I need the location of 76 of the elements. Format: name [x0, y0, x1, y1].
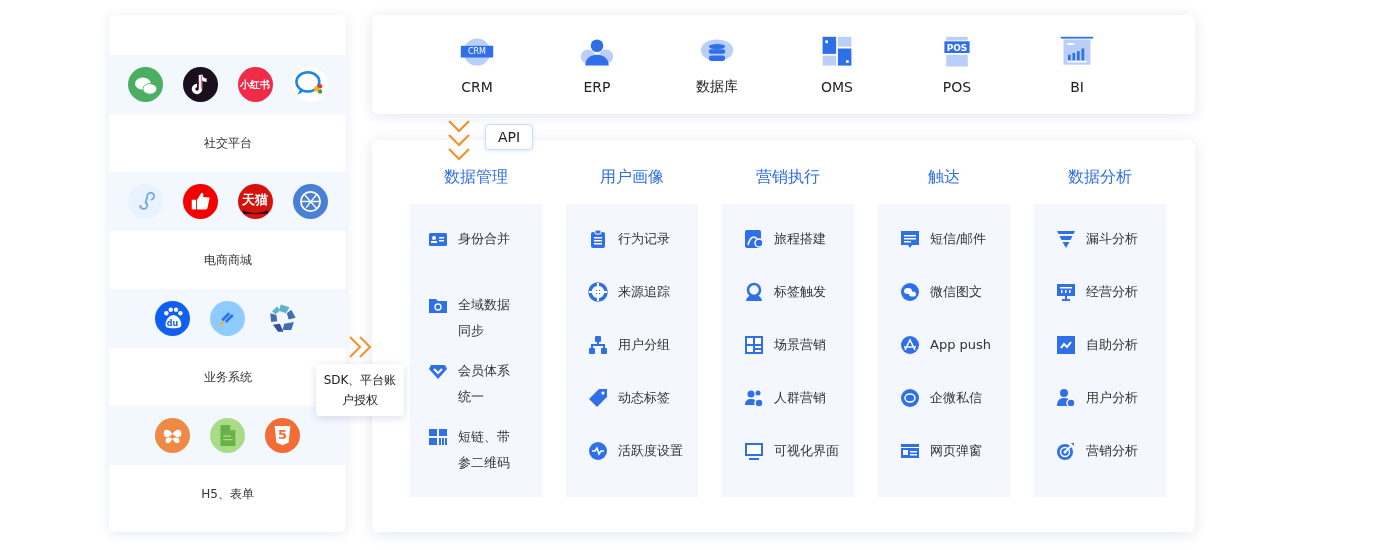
target-icon — [1056, 441, 1076, 461]
feature-label: App push — [930, 336, 992, 354]
module-title: 数据管理 — [444, 166, 508, 188]
category-label: 社交平台 — [203, 135, 252, 152]
sdk-badge: SDK、平台账户授权 — [316, 364, 404, 416]
feature-label: 动态标签 — [618, 389, 670, 407]
module-title: 数据分析 — [1068, 166, 1132, 188]
feature-label: 网页弹窗 — [930, 442, 982, 460]
feature-label: 标签触发 — [774, 283, 826, 301]
crosshair-icon — [588, 282, 608, 302]
system-label: CRM — [461, 78, 493, 95]
system-label: POS — [942, 78, 972, 95]
layout-grid-icon — [744, 335, 764, 355]
line-chart-icon — [1056, 335, 1076, 355]
feature-label: 可视化界面 — [774, 442, 839, 460]
people-icon — [744, 388, 764, 408]
presentation-board-icon — [1056, 282, 1076, 302]
feature-label: 旅程搭建 — [774, 230, 826, 248]
org-chart-icon — [588, 335, 608, 355]
shield-logo: 5 — [265, 418, 300, 453]
system-label: OMS — [821, 78, 853, 95]
person-icon — [744, 282, 764, 302]
system-label: 数据库 — [696, 77, 738, 96]
qr-code-icon — [428, 427, 448, 447]
feature-label: 全域数据同步 — [458, 296, 511, 340]
module-title: 用户画像 — [600, 166, 664, 188]
globe-logo — [292, 184, 328, 219]
feature-label: 企微私信 — [930, 389, 982, 407]
system-label: BI — [1070, 78, 1084, 95]
feature-label: 营销分析 — [1086, 442, 1138, 460]
right-chevrons-icon — [348, 335, 372, 359]
feature-label: 用户分组 — [618, 336, 670, 354]
paw-logo: du — [155, 301, 190, 336]
tag-icon — [588, 388, 608, 408]
text-logo: 小红书 — [237, 67, 273, 102]
text-logo: 天猫 — [237, 184, 273, 219]
category-label: 电商商城 — [203, 252, 252, 269]
music-note-logo — [182, 67, 218, 102]
feature-label: 行为记录 — [618, 230, 670, 248]
category-label: 业务系统 — [203, 369, 252, 386]
feature-label: 短信/邮件 — [930, 230, 987, 248]
chat-icon — [900, 282, 920, 302]
feature-label: 用户分析 — [1086, 389, 1138, 407]
wing-logo — [210, 301, 245, 336]
feature-label: 经营分析 — [1086, 283, 1138, 301]
feature-label: 短链、带参二维码 — [458, 428, 511, 472]
down-chevrons-icon — [447, 119, 471, 163]
api-badge: API — [485, 124, 534, 150]
pulse-icon — [588, 441, 608, 461]
clipboard-icon — [588, 229, 608, 249]
chat-bubbles-logo — [127, 67, 163, 102]
feature-label: 微信图文 — [930, 283, 982, 301]
module-title: 触达 — [928, 166, 960, 188]
feature-label: 自助分析 — [1086, 336, 1138, 354]
feature-label: 场景营销 — [774, 336, 826, 354]
document-logo — [210, 418, 245, 453]
system-label: ERP — [583, 78, 611, 95]
browser-window-icon — [900, 441, 920, 461]
category-label: H5、表单 — [201, 486, 254, 503]
route-icon — [744, 229, 764, 249]
monitor-icon — [744, 441, 764, 461]
link-logo — [127, 184, 163, 219]
module-title: 营销执行 — [756, 166, 820, 188]
feature-label: 人群营销 — [774, 389, 826, 407]
message-icon — [900, 229, 920, 249]
user-chart-icon — [1056, 388, 1076, 408]
funnel-icon — [1056, 229, 1076, 249]
app-store-icon — [900, 335, 920, 355]
feature-label: 会员体系统一 — [458, 362, 511, 406]
speech-bubble-icon — [900, 388, 920, 408]
feature-label: 来源追踪 — [618, 283, 670, 301]
feature-label: 活跃度设置 — [618, 442, 683, 460]
chat-bubble-logo — [292, 67, 328, 102]
feature-label: 身份合并 — [458, 230, 511, 248]
thumbs-up-logo — [182, 184, 218, 219]
feature-label: 漏斗分析 — [1086, 230, 1138, 248]
